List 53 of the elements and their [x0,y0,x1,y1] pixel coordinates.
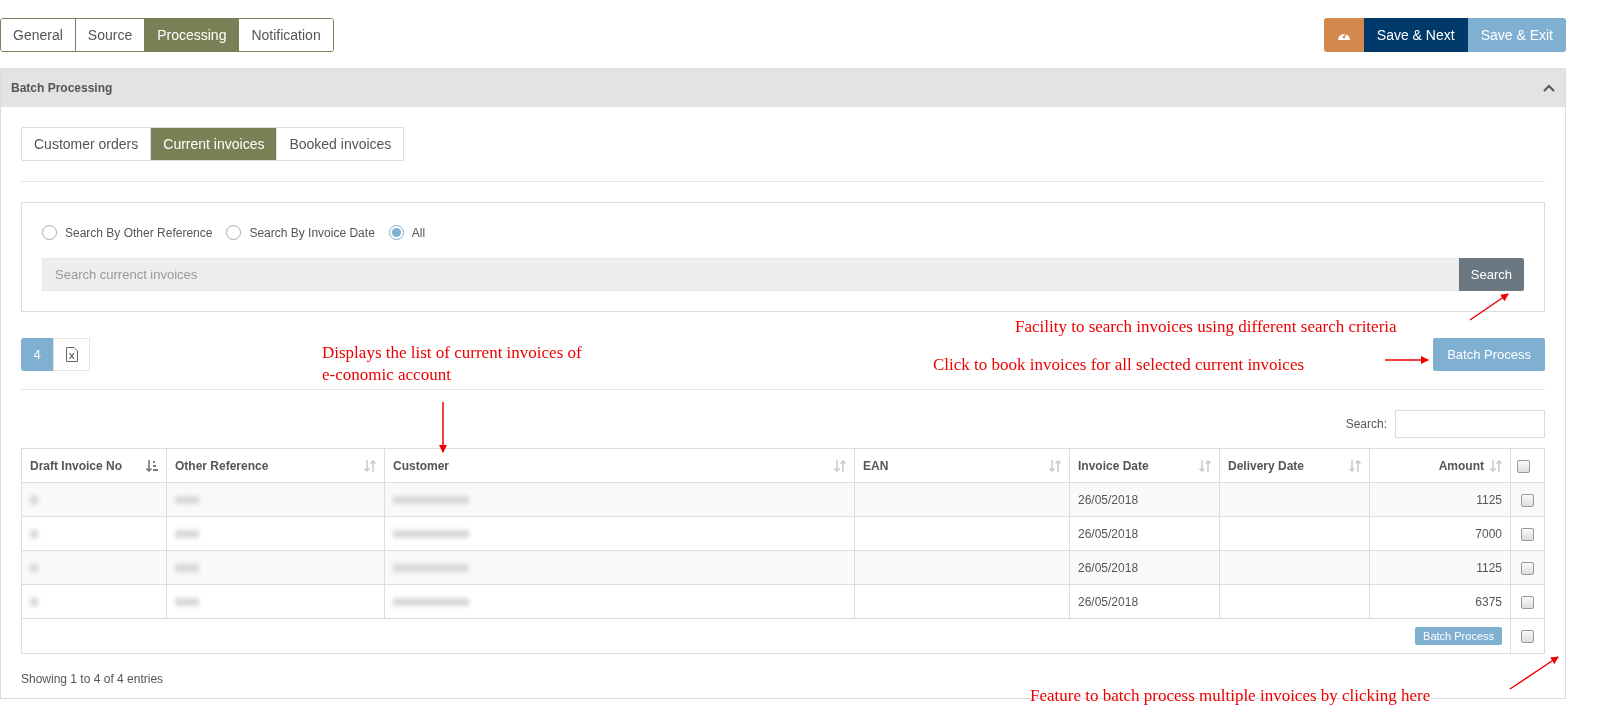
column-header[interactable]: Draft Invoice No [21,448,167,483]
table-cell: 7000 [1475,526,1502,541]
arrow [1469,293,1509,321]
table-cell: 1125 [1476,560,1502,575]
checkbox[interactable] [1521,561,1534,575]
table-cell: 26/05/2018 [1078,526,1139,541]
chevron-icon[interactable] [1543,84,1555,92]
search-button[interactable]: Search [1458,258,1524,291]
entries-info: Showing 1 to 4 of 4 entries [21,672,165,686]
column-header[interactable]: Customer [384,448,855,483]
table-cell: 1125 [1476,492,1502,507]
blurred-text [175,530,199,539]
arrow [439,401,447,453]
checkbox[interactable] [1521,630,1534,644]
annotation-text: Displays the list of current invoices of e-conomic account [322,342,583,386]
dashboard-button[interactable] [1323,18,1364,52]
radio-label: Search By Invoice Date [249,225,375,240]
annotation-text: Click to book invoices for all selected current invoices [933,354,1305,376]
blurred-text [175,598,199,607]
column-header[interactable]: Delivery Date [1219,448,1370,483]
radio-label: All [411,225,426,240]
blurred-text [175,564,199,573]
column-header[interactable]: Other Reference [166,448,385,483]
column-header[interactable]: Amount [1369,448,1511,483]
table-cell: 26/05/2018 [1078,594,1139,609]
tab[interactable]: Current invoices [150,127,278,161]
tab[interactable]: Booked invoices [276,127,405,161]
annotation-text: Facility to search invoices using different search criteria [1015,316,1397,338]
checkbox[interactable] [1521,595,1534,609]
save-next-button[interactable]: Save & Next [1363,18,1468,52]
table-cell: 26/05/2018 [1078,560,1139,575]
arrow [1384,356,1429,364]
count-badge: 4 [21,338,53,371]
search-field[interactable]: Search currenct invoices [42,258,1459,291]
checkbox[interactable] [1517,459,1530,473]
table-cell: 6375 [1475,594,1502,609]
column-header[interactable]: Invoice Date [1069,448,1220,483]
tab[interactable]: Processing [144,19,239,51]
panel-title: Batch Processing [11,81,113,95]
checkbox[interactable] [1521,527,1534,541]
radio-label: Search By Other Reference [65,225,213,240]
checkbox[interactable] [1521,493,1534,507]
spreadsheet-file-icon [65,347,78,362]
excel-export-button[interactable] [53,338,90,371]
arrow [1509,656,1559,690]
tab[interactable]: Notification [238,19,333,51]
blurred-text [175,496,199,505]
column-header[interactable]: EAN [854,448,1070,483]
tab[interactable]: Customer orders [21,127,152,161]
annotation-text: Feature to batch process multiple invoices by clicking here [1030,685,1431,707]
table-cell: 26/05/2018 [1078,492,1139,507]
search-label: Search: [1345,417,1387,431]
table-search-field[interactable] [1395,410,1545,438]
